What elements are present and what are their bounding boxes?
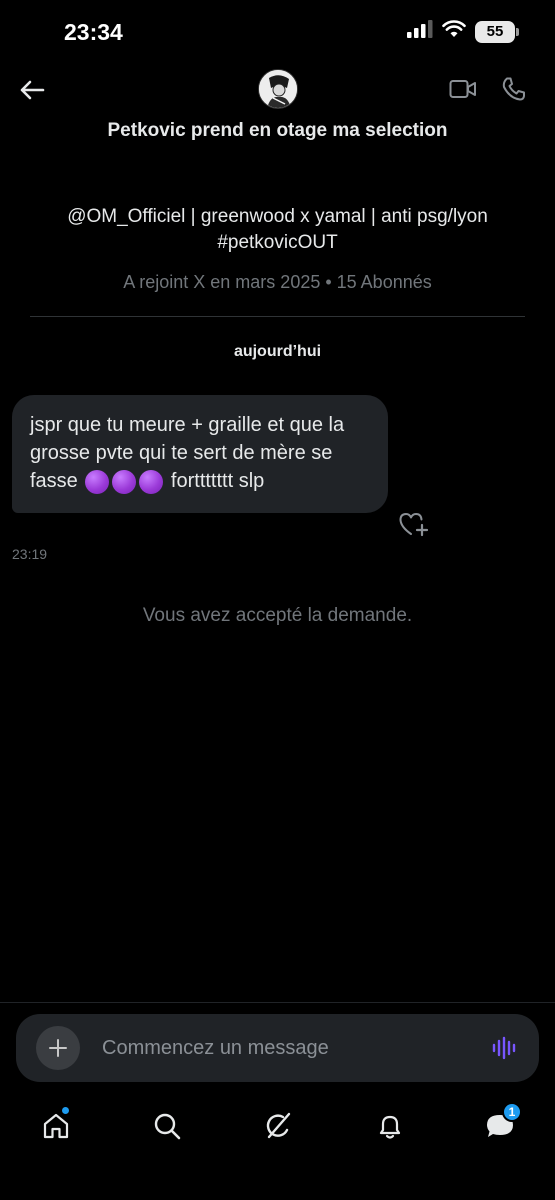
bell-icon bbox=[379, 1115, 401, 1139]
status-icons: 55 bbox=[407, 20, 519, 43]
purple-circle-icon bbox=[139, 469, 164, 494]
tab-search[interactable] bbox=[145, 1104, 189, 1148]
dm-conversation-screen: 23:34 55 Petkovic prend en otage ma sele… bbox=[0, 0, 555, 1200]
voice-call-button[interactable] bbox=[501, 76, 527, 107]
voice-message-button[interactable] bbox=[491, 1034, 519, 1062]
profile-bio: @OM_Officiel | greenwood x yamal | anti … bbox=[20, 204, 535, 256]
avatar[interactable] bbox=[258, 69, 298, 109]
page-title[interactable]: Petkovic prend en otage ma selection bbox=[0, 120, 555, 142]
purple-circle-icon bbox=[112, 469, 137, 494]
add-reaction-button[interactable] bbox=[398, 510, 430, 538]
phone-icon bbox=[502, 77, 525, 101]
tab-home[interactable] bbox=[34, 1104, 78, 1148]
back-button[interactable] bbox=[16, 74, 48, 106]
tab-notifications[interactable] bbox=[368, 1104, 412, 1148]
home-icon bbox=[43, 1113, 69, 1139]
add-attachment-button[interactable] bbox=[36, 1026, 80, 1070]
message-timestamp: 23:19 bbox=[12, 546, 48, 562]
bottom-tab-bar: 1 bbox=[0, 1102, 555, 1148]
heart-plus-icon bbox=[399, 513, 429, 537]
messages-badge: 1 bbox=[502, 1102, 522, 1122]
divider bbox=[0, 1002, 555, 1003]
divider bbox=[30, 316, 525, 317]
message-input[interactable] bbox=[102, 1036, 491, 1060]
battery-indicator: 55 bbox=[475, 20, 519, 43]
message-bubble[interactable]: jspr que tu meure + graille et que la gr… bbox=[12, 395, 388, 513]
message-composer bbox=[16, 1014, 539, 1082]
bio-line-1: @OM_Officiel | greenwood x yamal | anti … bbox=[67, 206, 488, 227]
status-time: 23:34 bbox=[64, 19, 123, 45]
profile-meta: A rejoint X en mars 2025 • 15 Abonnés bbox=[123, 272, 432, 292]
plus-icon bbox=[49, 1039, 67, 1057]
notification-dot bbox=[61, 1106, 70, 1115]
voice-waveform-icon bbox=[492, 1036, 516, 1060]
search-icon bbox=[154, 1113, 181, 1140]
header-actions bbox=[449, 76, 527, 107]
video-call-button[interactable] bbox=[449, 78, 477, 105]
grok-icon bbox=[266, 1112, 291, 1139]
tab-grok[interactable] bbox=[256, 1104, 300, 1148]
message-text-end: forttttttt slp bbox=[165, 470, 265, 492]
purple-circle-icon bbox=[85, 469, 110, 494]
bio-line-2[interactable]: #petkovicOUT bbox=[20, 230, 535, 256]
system-note: Vous avez accepté la demande. bbox=[142, 605, 413, 626]
tab-messages[interactable]: 1 bbox=[478, 1102, 522, 1148]
day-separator: aujourd’hui bbox=[233, 343, 322, 360]
signal-icon bbox=[407, 20, 433, 43]
purple-circle-emojis bbox=[85, 469, 164, 494]
video-camera-icon bbox=[449, 80, 476, 98]
wifi-icon bbox=[442, 20, 466, 43]
arrow-left-icon bbox=[20, 80, 45, 100]
